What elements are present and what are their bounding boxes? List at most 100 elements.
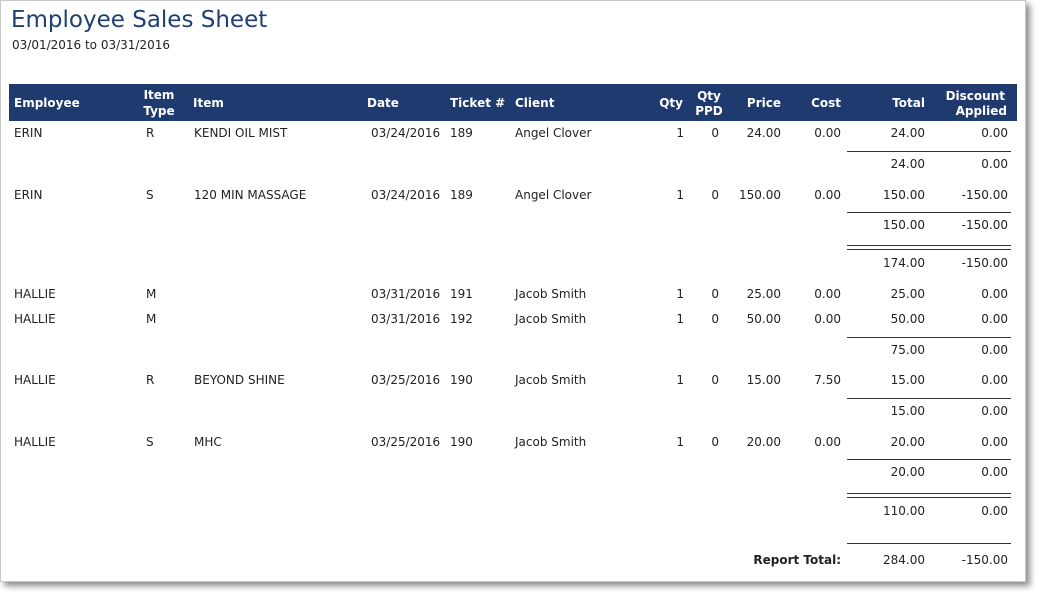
col-client: Client: [515, 96, 555, 110]
cell-client: Angel Clover: [515, 188, 592, 202]
cell-qty: 1: [676, 312, 684, 326]
cell-qty: 1: [676, 188, 684, 202]
subtotal-rule: [847, 398, 1011, 399]
cell-qty-ppd: 0: [711, 435, 719, 449]
cell-client: Jacob Smith: [515, 435, 587, 449]
employee-total: 174.00: [883, 256, 925, 270]
cell-discount: 0.00: [981, 287, 1008, 301]
col-item: Item: [193, 96, 224, 110]
cell-total: 25.00: [890, 287, 925, 301]
cell-cost: 7.50: [814, 373, 841, 387]
cell-ticket: 191: [450, 287, 473, 301]
col-price: Price: [746, 96, 781, 110]
cell-discount: 0.00: [981, 312, 1008, 326]
subtotal-discount: 0.00: [981, 404, 1008, 418]
col-discount-line1: Discount: [945, 89, 1005, 103]
cell-date: 03/25/2016: [371, 435, 441, 449]
cell-discount: 0.00: [981, 126, 1008, 140]
cell-employee: HALLIE: [14, 312, 56, 326]
cell-ticket: 189: [450, 188, 473, 202]
subtotal-rule: [847, 151, 1011, 152]
cell-qty: 1: [676, 435, 684, 449]
report-total-rule: [847, 543, 1011, 544]
col-qty-ppd-line1: Qty: [697, 89, 721, 103]
employee-total-double-rule: [847, 493, 1011, 498]
cell-employee: HALLIE: [14, 287, 56, 301]
col-item-type-line1: Item: [143, 88, 175, 102]
cell-item: KENDI OIL MIST: [194, 126, 288, 140]
cell-cost: 0.00: [814, 312, 841, 326]
col-qty: Qty: [659, 96, 683, 110]
cell-qty: 1: [676, 287, 684, 301]
cell-qty: 1: [676, 373, 684, 387]
cell-employee: ERIN: [14, 188, 43, 202]
cell-total: 50.00: [890, 312, 925, 326]
col-qty-ppd-line2: PPD: [695, 104, 723, 118]
report-date-range: 03/01/2016 to 03/31/2016: [12, 38, 171, 52]
employee-total: 110.00: [883, 504, 925, 518]
cell-price: 24.00: [746, 126, 781, 140]
cell-total: 15.00: [890, 373, 925, 387]
cell-item: MHC: [194, 435, 222, 449]
cell-cost: 0.00: [814, 435, 841, 449]
subtotal-rule: [847, 212, 1011, 213]
report-title: Employee Sales Sheet: [11, 7, 268, 33]
col-date: Date: [367, 96, 399, 110]
cell-price: 150.00: [739, 188, 781, 202]
subtotal-total: 20.00: [890, 465, 925, 479]
cell-employee: HALLIE: [14, 373, 56, 387]
col-cost: Cost: [811, 96, 841, 110]
report-total-label: Report Total:: [753, 553, 841, 567]
cell-qty-ppd: 0: [711, 373, 719, 387]
cell-price: 20.00: [746, 435, 781, 449]
cell-discount: -150.00: [961, 188, 1008, 202]
subtotal-discount: 0.00: [981, 465, 1008, 479]
subtotal-discount: 0.00: [981, 157, 1008, 171]
subtotal-total: 75.00: [890, 343, 925, 357]
cell-cost: 0.00: [814, 188, 841, 202]
cell-type: R: [146, 126, 155, 140]
cell-type: M: [146, 287, 157, 301]
cell-cost: 0.00: [814, 287, 841, 301]
cell-item: 120 MIN MASSAGE: [194, 188, 307, 202]
cell-qty: 1: [676, 126, 684, 140]
cell-client: Jacob Smith: [515, 312, 587, 326]
cell-date: 03/31/2016: [371, 312, 441, 326]
report-total-value: 284.00: [883, 553, 925, 567]
cell-total: 150.00: [883, 188, 925, 202]
subtotal-rule: [847, 459, 1011, 460]
cell-type: S: [146, 188, 154, 202]
cell-client: Jacob Smith: [515, 373, 587, 387]
subtotal-discount: 0.00: [981, 343, 1008, 357]
cell-item: BEYOND SHINE: [194, 373, 285, 387]
table-header: Employee Item Type Item Date Ticket # Cl…: [9, 84, 1017, 121]
cell-date: 03/31/2016: [371, 287, 441, 301]
cell-employee: ERIN: [14, 126, 43, 140]
employee-discount: 0.00: [981, 504, 1008, 518]
col-employee: Employee: [14, 96, 80, 110]
cell-client: Jacob Smith: [515, 287, 587, 301]
cell-cost: 0.00: [814, 126, 841, 140]
cell-price: 50.00: [746, 312, 781, 326]
employee-total-double-rule: [847, 245, 1011, 250]
cell-total: 20.00: [890, 435, 925, 449]
cell-date: 03/24/2016: [371, 126, 441, 140]
subtotal-total: 150.00: [883, 218, 925, 232]
cell-ticket: 190: [450, 373, 473, 387]
cell-type: R: [146, 373, 155, 387]
cell-ticket: 192: [450, 312, 473, 326]
subtotal-discount: -150.00: [961, 218, 1008, 232]
cell-date: 03/25/2016: [371, 373, 441, 387]
cell-type: M: [146, 312, 157, 326]
col-total: Total: [892, 96, 925, 110]
cell-employee: HALLIE: [14, 435, 56, 449]
cell-qty-ppd: 0: [711, 312, 719, 326]
cell-type: S: [146, 435, 154, 449]
col-ticket: Ticket #: [450, 96, 506, 110]
cell-qty-ppd: 0: [711, 126, 719, 140]
subtotal-rule: [847, 337, 1011, 338]
cell-client: Angel Clover: [515, 126, 592, 140]
cell-total: 24.00: [890, 126, 925, 140]
cell-qty-ppd: 0: [711, 188, 719, 202]
employee-discount: -150.00: [961, 256, 1008, 270]
